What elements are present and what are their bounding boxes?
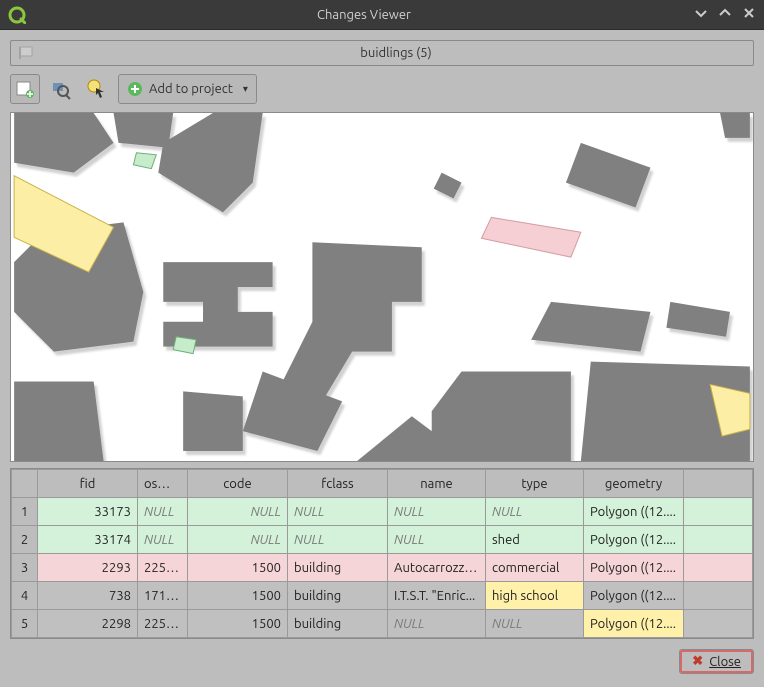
cell-name[interactable]: I.T.S.T. "Enric... [388,582,486,610]
cell-type[interactable]: NULL [486,498,584,526]
table-row[interactable]: 47381710...1500buildingI.T.S.T. "Enric..… [12,582,753,610]
content-area: buidlings (5) Add to project ▾ [0,30,764,687]
cell-geometry[interactable]: Polygon ((12.... [584,554,684,582]
zoom-to-selection-icon[interactable] [46,74,76,104]
chevron-down-icon: ▾ [243,83,248,95]
cell-fid[interactable]: 2293 [38,554,138,582]
cell-fclass[interactable]: building [288,582,388,610]
close-button[interactable]: ✖ Close [679,649,754,674]
tab-label[interactable]: buidlings (5) [47,46,745,60]
add-to-project-button[interactable]: Add to project ▾ [118,74,257,104]
cell-code[interactable]: NULL [188,526,288,554]
table-row[interactable]: 133173NULLNULLNULLNULLNULLPolygon ((12..… [12,498,753,526]
minimize-icon[interactable] [694,6,708,23]
titlebar: Changes Viewer [0,0,764,30]
cell-osm_id[interactable]: 1710... [138,582,188,610]
row-number[interactable]: 5 [12,610,38,638]
select-feature-icon[interactable] [82,74,112,104]
close-x-icon: ✖ [692,654,703,669]
col-code[interactable]: code [188,470,288,498]
col-type[interactable]: type [486,470,584,498]
table-header-row: fid osm_id code fclass name type geometr… [12,470,753,498]
app-icon [8,6,26,24]
cell-name[interactable]: NULL [388,498,486,526]
cell-name[interactable]: NULL [388,610,486,638]
cell-fid[interactable]: 33174 [38,526,138,554]
cell-osm_id[interactable]: NULL [138,498,188,526]
cell-osm_id[interactable]: NULL [138,526,188,554]
row-header-blank [12,470,38,498]
cell-tail [684,526,753,554]
cell-type[interactable]: NULL [486,610,584,638]
row-number[interactable]: 3 [12,554,38,582]
cell-tail [684,554,753,582]
cell-osm_id[interactable]: 2259... [138,610,188,638]
cell-tail [684,610,753,638]
new-layer-button[interactable] [10,74,40,104]
cell-fclass[interactable]: building [288,554,388,582]
cell-name[interactable]: Autocarrozze... [388,554,486,582]
row-number[interactable]: 2 [12,526,38,554]
cell-geometry[interactable]: Polygon ((12.... [584,610,684,638]
close-label: Close [709,655,741,669]
cell-code[interactable]: 1500 [188,582,288,610]
cell-code[interactable]: 1500 [188,554,288,582]
cell-code[interactable]: 1500 [188,610,288,638]
table-row[interactable]: 322932259...1500buildingAutocarrozze...c… [12,554,753,582]
cell-fid[interactable]: 33173 [38,498,138,526]
attribute-table[interactable]: fid osm_id code fclass name type geometr… [10,468,754,639]
cell-geometry[interactable]: Polygon ((12.... [584,498,684,526]
flag-icon [19,46,37,60]
cell-fclass[interactable]: building [288,610,388,638]
add-to-project-label: Add to project [149,82,233,96]
col-tail [684,470,753,498]
cell-name[interactable]: NULL [388,526,486,554]
col-geometry[interactable]: geometry [584,470,684,498]
col-fid[interactable]: fid [38,470,138,498]
table-row[interactable]: 522982259...1500buildingNULLNULLPolygon … [12,610,753,638]
toolbar: Add to project ▾ [10,72,754,106]
cell-fid[interactable]: 738 [38,582,138,610]
cell-fid[interactable]: 2298 [38,610,138,638]
cell-type[interactable]: commercial [486,554,584,582]
row-number[interactable]: 4 [12,582,38,610]
col-osm-id[interactable]: osm_id [138,470,188,498]
close-icon[interactable] [742,6,756,23]
cell-osm_id[interactable]: 2259... [138,554,188,582]
cell-tail [684,582,753,610]
table-row[interactable]: 233174NULLNULLNULLNULLshedPolygon ((12..… [12,526,753,554]
row-number[interactable]: 1 [12,498,38,526]
window-title: Changes Viewer [34,8,694,22]
cell-geometry[interactable]: Polygon ((12.... [584,526,684,554]
cell-type[interactable]: high school [486,582,584,610]
maximize-icon[interactable] [718,6,732,23]
col-fclass[interactable]: fclass [288,470,388,498]
col-name[interactable]: name [388,470,486,498]
cell-geometry[interactable]: Polygon ((12.... [584,582,684,610]
footer: ✖ Close [10,645,754,674]
window-buttons [694,6,756,23]
tab-strip: buidlings (5) [10,40,754,66]
cell-tail [684,498,753,526]
cell-fclass[interactable]: NULL [288,498,388,526]
cell-type[interactable]: shed [486,526,584,554]
cell-code[interactable]: NULL [188,498,288,526]
cell-fclass[interactable]: NULL [288,526,388,554]
map-canvas[interactable] [10,112,754,462]
